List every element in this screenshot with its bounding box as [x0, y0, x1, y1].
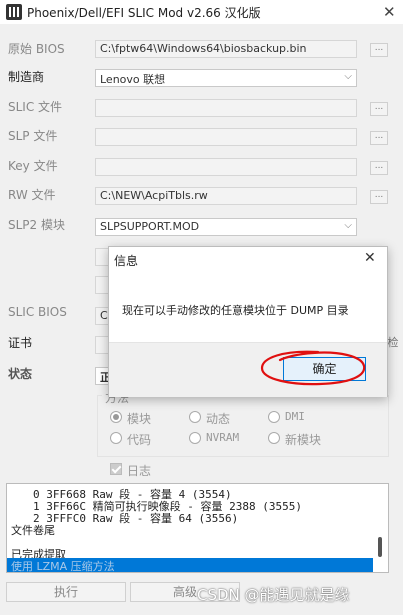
info-dialog: 信息 ✕ 现在可以手动修改的任意模块位于 DUMP 目录 确定	[108, 246, 388, 397]
radio-dmi[interactable]	[268, 411, 280, 423]
slic-bios-label: SLIC BIOS	[8, 305, 67, 319]
ok-button[interactable]: 确定	[283, 357, 366, 381]
radio-module-label: 模块	[127, 412, 152, 426]
radio-dynamic-label: 动态	[206, 412, 231, 426]
slic-file-label: SLIC 文件	[8, 100, 63, 114]
rw-file-label: RW 文件	[8, 188, 56, 202]
log-output[interactable]: 0 3FF668 Raw 段 - 容量 4 (3554) 1 3FF66C 精简…	[6, 483, 389, 573]
radio-code-label: 代码	[127, 433, 152, 447]
close-icon[interactable]: ✕	[364, 250, 376, 266]
title-bar: Phoenix/Dell/EFI SLIC Mod v2.66 汉化版 ✕	[0, 0, 403, 24]
radio-dynamic[interactable]	[189, 411, 201, 423]
original-bios-label: 原始 BIOS	[8, 42, 65, 56]
log-line: 文件卷尾	[11, 524, 55, 537]
radio-new-module[interactable]	[268, 432, 280, 444]
radio-nvram-label: NVRAM	[206, 431, 240, 444]
browse-slp-button[interactable]: ...	[370, 131, 388, 145]
scrollbar-thumb[interactable]	[378, 537, 382, 557]
slp2-module-value: SLPSUPPORT.MOD	[100, 220, 200, 233]
browse-key-button[interactable]: ...	[370, 161, 388, 175]
slp2-module-select[interactable]: SLPSUPPORT.MOD ⌵	[95, 218, 357, 236]
log-line-selected: 使用 LZMA 压缩方法	[7, 558, 373, 572]
slic-file-field[interactable]	[95, 99, 357, 117]
key-file-label: Key 文件	[8, 159, 58, 173]
film-icon	[6, 4, 22, 20]
browse-rw-button[interactable]: ...	[370, 190, 388, 204]
execute-button[interactable]: 执行	[6, 582, 126, 602]
key-file-field[interactable]	[95, 158, 357, 176]
log-checkbox[interactable]	[110, 463, 122, 475]
slic-bios-field[interactable]: C:	[95, 307, 109, 325]
log-line: 2 3FFFC0 Raw 段 - 容量 64 (3556)	[33, 512, 239, 525]
window-title: Phoenix/Dell/EFI SLIC Mod v2.66 汉化版	[27, 6, 261, 20]
hidden-field-1[interactable]	[95, 248, 109, 266]
close-icon[interactable]: ✕	[383, 3, 396, 21]
manufacturer-value: Lenovo 联想	[100, 73, 166, 86]
cert-field[interactable]	[95, 336, 109, 354]
slp-file-label: SLP 文件	[8, 129, 58, 143]
log-scrollbar[interactable]	[375, 485, 387, 571]
cert-label: 证书	[8, 336, 33, 350]
slp2-module-label: SLP2 模块	[8, 218, 65, 232]
watermark: CSDN @能遇见就是缘	[197, 586, 350, 604]
radio-code[interactable]	[110, 432, 122, 444]
dialog-message: 现在可以手动修改的任意模块位于 DUMP 目录	[122, 304, 349, 317]
browse-original-bios-button[interactable]: ...	[370, 43, 388, 57]
slp-file-field[interactable]	[95, 128, 357, 146]
chevron-down-icon: ⌵	[344, 220, 352, 231]
manufacturer-select[interactable]: Lenovo 联想 ⌵	[95, 69, 357, 87]
dialog-title: 信息	[114, 254, 139, 268]
manufacturer-label: 制造商	[8, 70, 45, 84]
radio-dmi-label: DMI	[285, 410, 305, 423]
original-bios-field[interactable]: C:\fptw64\Windows64\biosbackup.bin	[95, 40, 357, 58]
chevron-down-icon: ⌵	[344, 71, 352, 82]
status-label: 状态	[8, 367, 33, 381]
rw-file-field[interactable]: C:\NEW\AcpiTbls.rw	[95, 187, 357, 205]
radio-new-module-label: 新模块	[285, 433, 322, 447]
radio-module[interactable]	[110, 411, 122, 423]
cert-check-button[interactable]: 检	[386, 337, 400, 352]
log-checkbox-label: 日志	[127, 464, 152, 478]
status-tab[interactable]: 正	[95, 367, 109, 385]
browse-slic-button[interactable]: ...	[370, 102, 388, 116]
dialog-footer: 确定	[109, 342, 387, 397]
hidden-field-2[interactable]	[95, 276, 109, 294]
radio-nvram[interactable]	[189, 432, 201, 444]
